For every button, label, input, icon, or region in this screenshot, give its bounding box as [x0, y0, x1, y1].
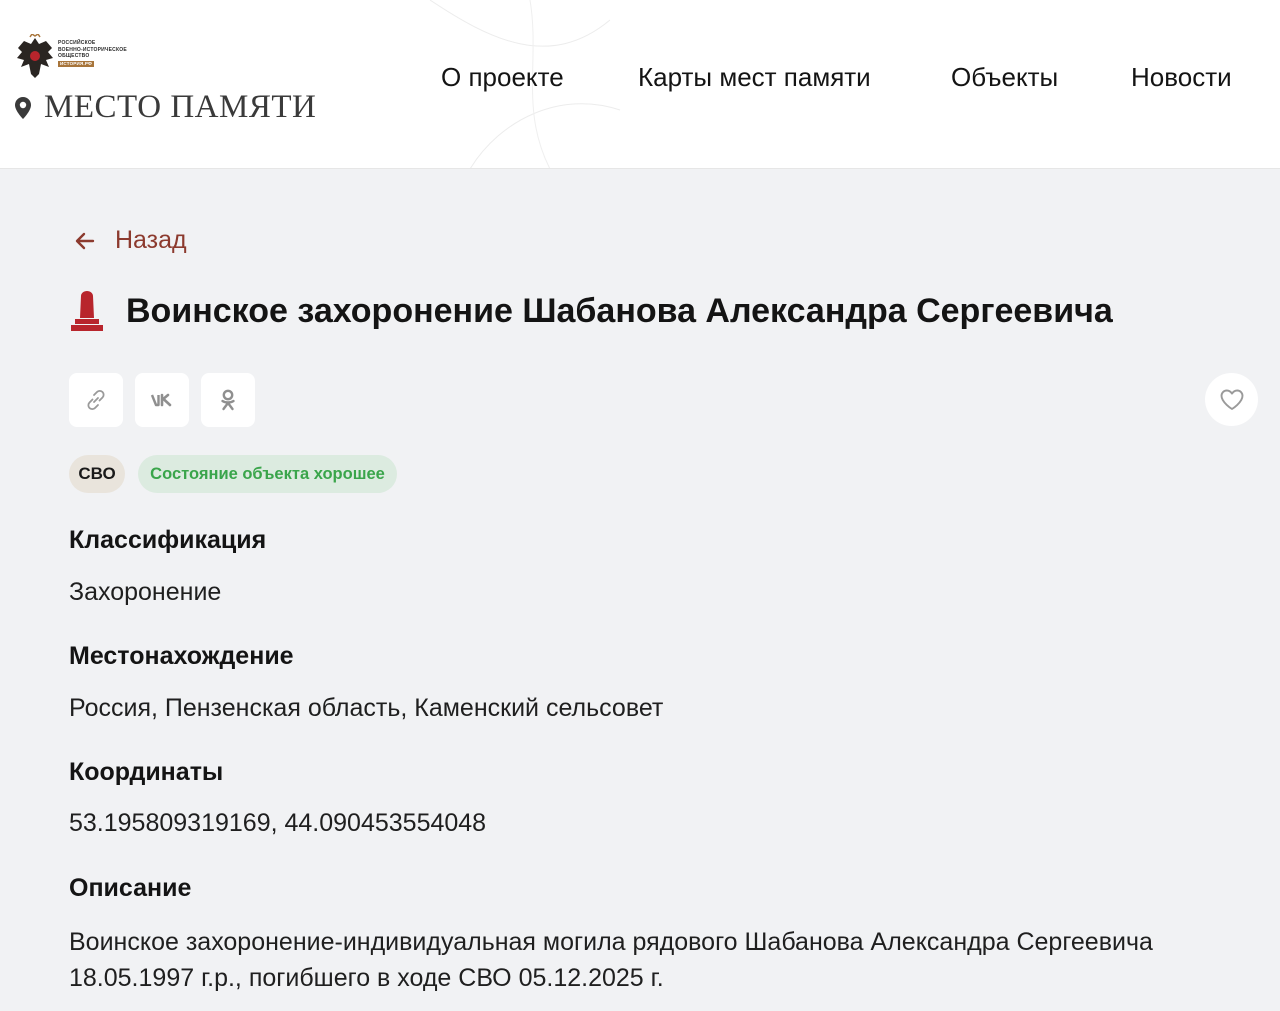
org-line: РОССИЙСКОЕ: [58, 40, 96, 46]
status-badge: Состояние объекта хорошее: [138, 455, 397, 493]
monument-icon: [71, 291, 103, 331]
org-tag: ИСТОРИЯ.РФ: [58, 60, 95, 67]
arrow-left-icon: [75, 232, 95, 249]
site-header: РОССИЙСКОЕ ВОЕННО-ИСТОРИЧЕСКОЕ ОБЩЕСТВО …: [0, 0, 1280, 169]
share-ok-button[interactable]: [201, 373, 255, 427]
coordinates-value: 53.195809319169, 44.090453554048: [69, 809, 487, 837]
description-label: Описание: [69, 874, 192, 902]
nav-maps[interactable]: Карты мест памяти: [638, 62, 871, 93]
coordinates-label: Координаты: [69, 758, 224, 786]
link-icon: [87, 389, 105, 411]
title-row: Воинское захоронение Шабанова Александра…: [70, 290, 1113, 332]
back-label: Назад: [115, 226, 187, 254]
share-vk-button[interactable]: [135, 373, 189, 427]
heart-icon: [1220, 389, 1243, 410]
copy-link-button[interactable]: [69, 373, 123, 427]
eagle-emblem-icon: [17, 34, 53, 78]
odnoklassniki-icon: [221, 389, 235, 411]
nav-news[interactable]: Новости: [1131, 62, 1232, 93]
org-line: ВОЕННО-ИСТОРИЧЕСКОЕ: [58, 46, 127, 53]
favorite-button[interactable]: [1205, 373, 1258, 426]
classification-label: Классификация: [69, 526, 267, 554]
nav-objects[interactable]: Объекты: [951, 62, 1058, 93]
site-title[interactable]: МЕСТО ПАМЯТИ: [14, 89, 316, 126]
classification-value: Захоронение: [69, 578, 222, 606]
back-link[interactable]: Назад: [74, 226, 187, 255]
description-value: Воинское захоронение-индивидуальная моги…: [69, 928, 1153, 992]
vk-icon: [150, 393, 172, 407]
category-badge: СВО: [69, 455, 125, 493]
site-title-text: МЕСТО ПАМЯТИ: [44, 89, 317, 125]
page-title: Воинское захоронение Шабанова Александра…: [126, 291, 1113, 330]
nav-about[interactable]: О проекте: [441, 62, 564, 93]
org-line: ОБЩЕСТВО: [58, 53, 90, 60]
location-pin-icon: [15, 96, 31, 119]
site-logo[interactable]: РОССИЙСКОЕ ВОЕННО-ИСТОРИЧЕСКОЕ ОБЩЕСТВО …: [16, 34, 127, 80]
location-label: Местонахождение: [69, 642, 294, 670]
location-value: Россия, Пензенская область, Каменский се…: [69, 694, 664, 722]
org-name: РОССИЙСКОЕ ВОЕННО-ИСТОРИЧЕСКОЕ ОБЩЕСТВО …: [58, 40, 127, 67]
